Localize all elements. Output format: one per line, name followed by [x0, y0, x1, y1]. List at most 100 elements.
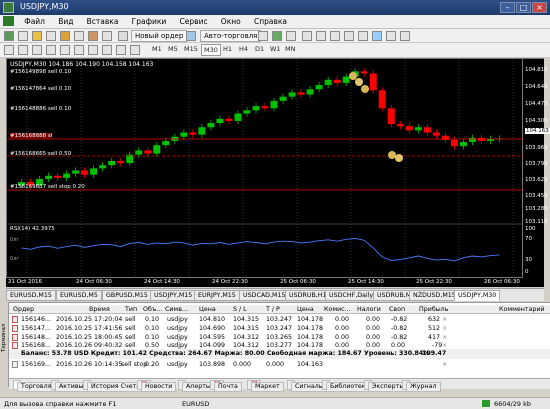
tab-market[interactable]: Маркет37 — [247, 380, 284, 392]
indicators-icon[interactable] — [372, 31, 382, 41]
tab-signals[interactable]: Сигналы — [287, 380, 328, 392]
close-order-icon[interactable]: × — [442, 325, 447, 332]
chart-tab[interactable]: GBPUSD,M15 — [102, 290, 152, 301]
timeframe-mn[interactable]: MN — [283, 44, 297, 56]
auto-trading-button[interactable]: Авто-торговля — [200, 30, 262, 42]
candlestick-icon[interactable] — [272, 31, 282, 41]
col-header[interactable]: Цена — [297, 306, 314, 313]
crosshair-icon[interactable] — [18, 45, 28, 55]
navigator-icon[interactable] — [60, 31, 70, 41]
fibonacci-icon[interactable] — [88, 45, 98, 55]
chart-tab[interactable]: EURUSD,M5 — [56, 290, 102, 301]
col-header[interactable]: S / L — [233, 306, 247, 313]
tab-news[interactable]: Новости99 — [137, 380, 177, 392]
line-chart-icon[interactable] — [286, 31, 296, 41]
tab-exposure[interactable]: Активы — [51, 380, 88, 392]
chart-tab[interactable]: NZDUSD,M15 — [409, 290, 460, 301]
candle — [387, 108, 395, 125]
timeframe-h1[interactable]: H1 — [221, 44, 234, 56]
col-header[interactable]: Цена — [199, 306, 216, 313]
col-header[interactable]: Ордер — [13, 306, 34, 313]
timeframe-d1[interactable]: D1 — [253, 44, 266, 56]
close-order-icon[interactable]: × — [442, 361, 447, 368]
chart-tab[interactable]: USDJPY,M15 — [150, 290, 197, 301]
trendline-icon[interactable] — [60, 45, 70, 55]
timeframe-m30[interactable]: M30 — [201, 44, 221, 56]
horizontal-line-icon[interactable] — [46, 45, 56, 55]
timeframe-h4[interactable]: H4 — [237, 44, 250, 56]
meta-editor-icon[interactable] — [186, 31, 196, 41]
close-order-icon[interactable]: × — [442, 342, 447, 349]
tab-trade[interactable]: Торговля — [13, 380, 56, 392]
chart-list-icon[interactable] — [102, 31, 112, 41]
pending-order-row[interactable]: 156169... 2016.10.26 10:14:35 sell stop … — [9, 360, 550, 369]
timeframe-w1[interactable]: W1 — [268, 44, 283, 56]
col-header[interactable]: Тип — [125, 306, 137, 313]
chart-tab[interactable]: EURJPY,M15 — [194, 290, 240, 301]
timeframe-m15[interactable]: M15 — [182, 44, 200, 56]
col-header[interactable]: Налоги — [357, 306, 381, 313]
chart-shift-icon[interactable] — [358, 31, 368, 41]
chart-tab[interactable]: USDCHF,Daily — [325, 290, 378, 301]
text-icon[interactable] — [102, 45, 112, 55]
timeframe-m1[interactable]: M1 — [150, 44, 164, 56]
menu-file[interactable]: Файл — [18, 15, 50, 26]
price-chart[interactable]: USDJPY,M30 104.186 104.190 104.158 104.1… — [6, 58, 524, 279]
market-watch-icon[interactable] — [32, 31, 42, 41]
menu-insert[interactable]: Вставка — [81, 15, 124, 26]
chart-tab[interactable]: EURUSD,M15 — [6, 290, 56, 301]
timeframe-m5[interactable]: M5 — [166, 44, 180, 56]
col-header[interactable]: Прибыль — [419, 306, 448, 313]
new-order-button[interactable]: Новый ордер — [131, 30, 188, 42]
tab-alerts[interactable]: Алерты — [178, 380, 215, 392]
chart-tab[interactable]: USDCAD,M15 — [239, 290, 290, 301]
maximize-button[interactable]: □ — [516, 2, 531, 13]
arrows-icon[interactable] — [130, 45, 140, 55]
order-icon[interactable] — [118, 31, 128, 41]
chart-tab-active[interactable]: USDJPY,M30 — [454, 290, 501, 301]
col-header[interactable]: Симв... — [165, 306, 188, 313]
col-header[interactable]: Комис... — [324, 306, 351, 313]
cursor-icon[interactable] — [4, 45, 14, 55]
chart-tab[interactable]: USDRUB,H1 — [285, 290, 331, 301]
col-header[interactable]: Объ... — [143, 306, 162, 313]
tile-windows-icon[interactable] — [330, 31, 340, 41]
close-button[interactable]: × — [532, 2, 547, 13]
cell: -0.82 — [391, 325, 408, 332]
menu-view[interactable]: Вид — [52, 15, 78, 26]
col-header[interactable]: Комментарий — [499, 306, 545, 313]
bar-chart-icon[interactable] — [258, 31, 268, 41]
table-row[interactable]: 156146... 2016.10.25 17:20:04 sell 0.10 … — [9, 315, 550, 324]
app-menu-icon[interactable] — [3, 16, 14, 26]
periods-icon[interactable] — [386, 31, 396, 41]
tab-journal[interactable]: Журнал — [402, 380, 441, 392]
vertical-line-icon[interactable] — [32, 45, 42, 55]
menu-charts[interactable]: Графики — [126, 15, 172, 26]
new-chart-icon[interactable] — [4, 31, 14, 41]
menu-window[interactable]: Окно — [215, 15, 246, 26]
tab-history[interactable]: История Счета — [83, 380, 145, 392]
menu-tools[interactable]: Сервис — [174, 15, 213, 26]
close-order-icon[interactable]: × — [442, 334, 447, 341]
table-row[interactable]: 156147... 2016.10.25 17:41:56 sell 0.10 … — [9, 324, 550, 333]
channel-icon[interactable] — [74, 45, 84, 55]
zoom-in-icon[interactable] — [302, 31, 312, 41]
label-icon[interactable] — [116, 45, 126, 55]
close-order-icon[interactable]: × — [442, 316, 447, 323]
strategy-tester-icon[interactable] — [88, 31, 98, 41]
col-header[interactable]: Время — [89, 306, 110, 313]
chart-canvas[interactable] — [7, 59, 524, 279]
menu-help[interactable]: Справка — [248, 15, 292, 26]
data-window-icon[interactable] — [46, 31, 56, 41]
zoom-out-icon[interactable] — [316, 31, 326, 41]
col-header[interactable]: T / P — [266, 306, 280, 313]
tab-library[interactable]: Библиотека — [322, 380, 374, 392]
tab-experts[interactable]: Эксперты — [364, 380, 409, 392]
col-header[interactable]: Своп — [389, 306, 405, 313]
minimize-button[interactable]: – — [500, 2, 515, 13]
templates-icon[interactable] — [400, 31, 410, 41]
autoscroll-icon[interactable] — [344, 31, 354, 41]
tab-mailbox[interactable]: Почта26 — [210, 380, 242, 392]
profiles-icon[interactable] — [18, 31, 28, 41]
terminal-icon[interactable] — [74, 31, 84, 41]
